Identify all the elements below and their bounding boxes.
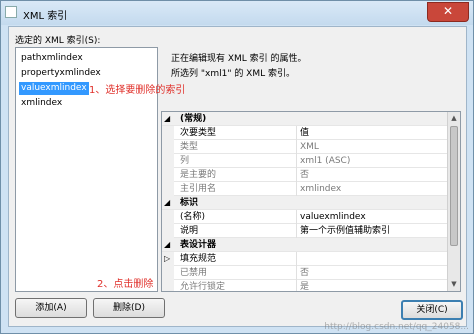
list-item-pathxmlindex[interactable]: pathxmlindex — [19, 52, 85, 65]
property-value: xml1 (ASC) — [296, 154, 452, 168]
scroll-up-icon[interactable]: ▲ — [449, 113, 459, 124]
description-line-1: 正在编辑现有 XML 索引 的属性。 — [171, 54, 307, 64]
property-name: 次要类型 — [180, 128, 217, 138]
category-label: 表设计器 — [180, 240, 217, 250]
close-button[interactable]: 关闭(C) — [401, 300, 463, 320]
selected-index-label: 选定的 XML 索引(S): — [15, 36, 101, 46]
property-value — [296, 252, 452, 266]
category-identity[interactable]: ◢ 标识 — [162, 196, 448, 210]
dialog-title: XML 索引 — [23, 11, 68, 22]
list-item-xmlindex[interactable]: xmlindex — [19, 97, 64, 110]
property-name: 列 — [180, 156, 190, 166]
property-name: 主引用名 — [180, 184, 217, 194]
title-bar[interactable]: XML 索引 ✕ — [1, 1, 473, 25]
dialog-icon — [5, 6, 17, 18]
list-item-propertyxmlindex[interactable]: propertyxmlindex — [19, 67, 103, 80]
expand-icon[interactable]: ▷ — [164, 252, 170, 266]
add-button[interactable]: 添加(A) — [15, 298, 87, 318]
delete-button[interactable]: 删除(D) — [93, 298, 165, 318]
property-row[interactable]: 类型 XML — [162, 140, 448, 154]
collapse-icon[interactable]: ◢ — [164, 112, 170, 126]
property-name: 是主要的 — [180, 170, 217, 180]
window-close-button[interactable]: ✕ — [427, 2, 469, 22]
annotation-step-1: 1、选择要删除的索引 — [89, 85, 186, 96]
property-grid[interactable]: ◢ (常规) 次要类型 值 类型 XML 列 xml1 (ASC) 是主要的 否… — [161, 111, 461, 292]
watermark: http://blog.csdn.net/qq_24058... — [324, 322, 469, 332]
scroll-down-icon[interactable]: ▼ — [449, 279, 459, 290]
annotation-step-2: 2、点击删除 — [97, 279, 154, 290]
property-row[interactable]: 列 xml1 (ASC) — [162, 154, 448, 168]
property-name: 已禁用 — [180, 268, 208, 278]
property-name: 允许行锁定 — [180, 282, 226, 292]
property-row[interactable]: 允许行锁定 是 — [162, 280, 448, 292]
collapse-icon[interactable]: ◢ — [164, 196, 170, 210]
xml-index-dialog: XML 索引 ✕ 选定的 XML 索引(S): pathxmlindex pro… — [0, 0, 474, 334]
property-value: 是 — [296, 280, 452, 291]
property-row[interactable]: ▷ 填充规范 — [162, 252, 448, 266]
description-line-2: 所选列 "xml1" 的 XML 索引。 — [171, 69, 295, 79]
dialog-body: 选定的 XML 索引(S): pathxmlindex propertyxmli… — [8, 26, 467, 327]
property-row[interactable]: 说明 第一个示例值辅助索引 — [162, 224, 448, 238]
property-name: (名称) — [180, 212, 206, 222]
property-value[interactable]: valuexmlindex — [296, 210, 452, 224]
category-general[interactable]: ◢ (常规) — [162, 112, 448, 126]
property-value[interactable]: 值 — [296, 126, 452, 140]
category-label: (常规) — [180, 114, 207, 124]
property-value: xmlindex — [296, 182, 452, 196]
description-panel: 正在编辑现有 XML 索引 的属性。 所选列 "xml1" 的 XML 索引。 — [161, 47, 461, 105]
property-value: 否 — [296, 266, 452, 280]
property-name: 说明 — [180, 226, 199, 236]
vertical-scrollbar[interactable]: ▲ ▼ — [447, 112, 460, 291]
property-row[interactable]: 主引用名 xmlindex — [162, 182, 448, 196]
collapse-icon[interactable]: ◢ — [164, 238, 170, 252]
property-name: 填充规范 — [180, 254, 217, 264]
property-name: 类型 — [180, 142, 199, 152]
property-value: XML — [296, 140, 452, 154]
scrollbar-thumb[interactable] — [450, 126, 458, 246]
property-row[interactable]: 是主要的 否 — [162, 168, 448, 182]
property-value: 否 — [296, 168, 452, 182]
property-value[interactable]: 第一个示例值辅助索引 — [296, 224, 452, 238]
category-table-designer[interactable]: ◢ 表设计器 — [162, 238, 448, 252]
property-row[interactable]: (名称) valuexmlindex — [162, 210, 448, 224]
property-row[interactable]: 次要类型 值 — [162, 126, 448, 140]
property-row[interactable]: 已禁用 否 — [162, 266, 448, 280]
list-item-valuexmlindex[interactable]: valuexmlindex — [19, 82, 89, 95]
category-label: 标识 — [180, 198, 199, 208]
